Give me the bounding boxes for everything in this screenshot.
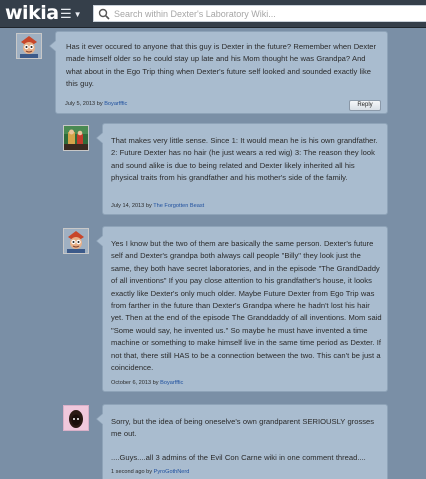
avatar[interactable]	[63, 405, 89, 431]
comment-bubble: Yes I know but the two of them are basic…	[96, 226, 388, 392]
avatar-image	[64, 229, 88, 253]
search-box[interactable]	[93, 5, 426, 22]
author-link[interactable]: PyroGothNerd	[154, 469, 190, 475]
comment-date: July 14, 2013 by	[111, 203, 154, 209]
comment-text: Sorry, but the idea of being oneselve's …	[111, 417, 375, 439]
chevron-down-icon: ▼	[73, 9, 82, 19]
author-link[interactable]: Boyarfffic	[104, 101, 127, 107]
wiki-menu-button[interactable]: ☰ ▼	[60, 6, 84, 22]
avatar-image	[17, 34, 41, 58]
comment-text: Yes I know but the two of them are basic…	[111, 239, 382, 373]
comment-date: October 6, 2013 by	[111, 380, 161, 386]
comment-bubble: Sorry, but the idea of being oneselve's …	[96, 404, 388, 479]
comment-meta: July 14, 2013 by The Forgotten Beast	[111, 203, 204, 209]
author-link[interactable]: The Forgotten Beast	[153, 203, 204, 209]
comment-text: Has it ever occured to anyone that this …	[66, 42, 377, 89]
comment-meta: July 5, 2013 by Boyarfffic	[65, 101, 127, 107]
global-navigation-bar: wikia ☰ ▼	[0, 0, 426, 28]
comment-bubble: That makes very little sense. Since 1: I…	[96, 123, 388, 215]
avatar[interactable]	[63, 228, 89, 254]
avatar-image	[64, 126, 88, 150]
avatar-image	[64, 406, 88, 430]
comment-meta: 1 second ago by PyroGothNerd	[111, 469, 189, 475]
comment-date: July 5, 2013 by	[65, 101, 105, 107]
comment-text: ....Guys....all 3 admins of the Evil Con…	[111, 453, 366, 462]
comment-meta: October 6, 2013 by Boyarfffic	[111, 380, 183, 386]
author-link[interactable]: Boyarfffic	[160, 380, 183, 386]
search-icon	[98, 8, 110, 20]
comment-bubble: Has it ever occured to anyone that this …	[49, 31, 388, 114]
search-input[interactable]	[114, 6, 414, 21]
avatar[interactable]	[63, 125, 89, 151]
reply-button[interactable]: Reply	[349, 100, 381, 111]
comment-date: 1 second ago by	[111, 469, 154, 475]
avatar[interactable]	[16, 33, 42, 59]
hamburger-menu-icon: ☰	[60, 6, 72, 21]
wikia-logo[interactable]: wikia	[5, 2, 59, 24]
comment-text: That makes very little sense. Since 1: I…	[111, 136, 378, 183]
